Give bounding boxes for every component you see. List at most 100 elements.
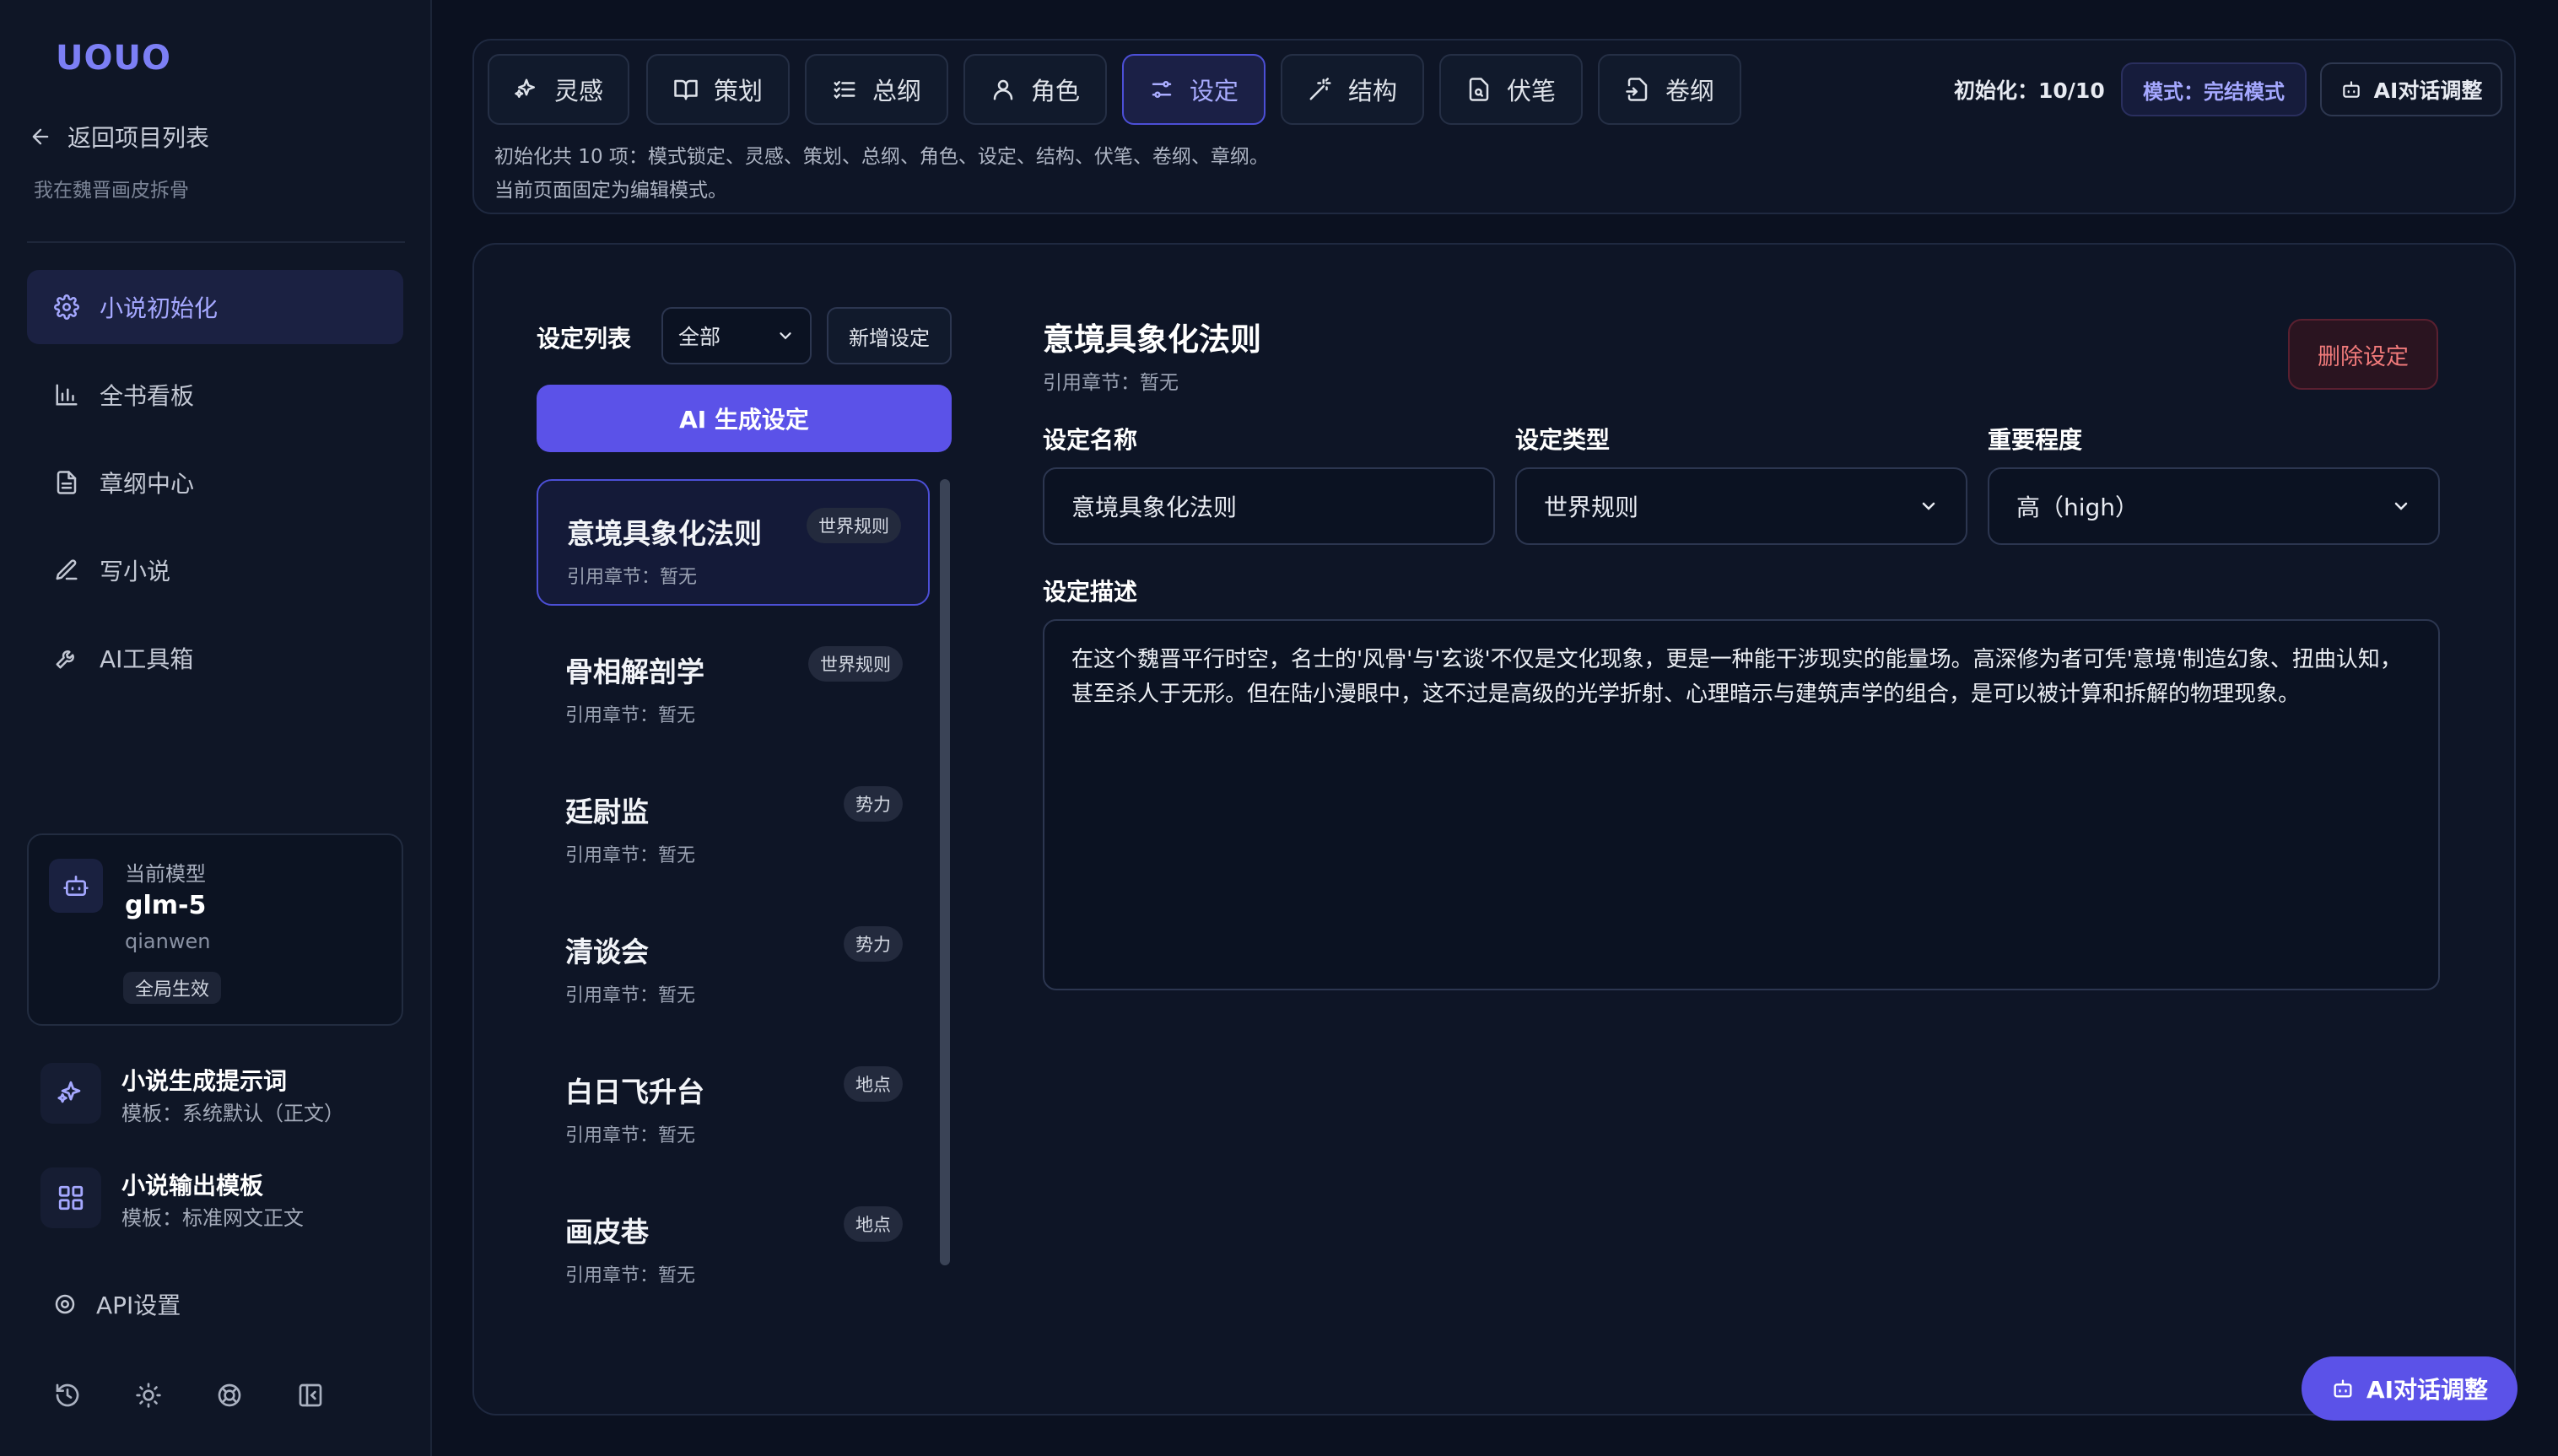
type-field-label: 设定类型: [1515, 426, 1611, 454]
tab-label: 总纲: [872, 77, 921, 105]
tab-label: 结构: [1347, 77, 1397, 105]
item-type-badge: 地点: [844, 1066, 903, 1102]
list-icon: [832, 77, 857, 102]
tab-master-outline[interactable]: 总纲: [805, 54, 948, 125]
item-type-badge: 世界规则: [807, 508, 901, 543]
tab-inspiration[interactable]: 灵感: [488, 54, 629, 125]
document-icon: [52, 468, 81, 497]
output-template-sub: 模板：标准网文正文: [121, 1206, 304, 1230]
description-textarea[interactable]: 在这个魏晋平行时空，名士的'风骨'与'玄谈'不仅是文化现象，更是一种能干涉现实的…: [1043, 619, 2440, 990]
model-provider: qianwen: [125, 930, 211, 953]
api-label: API设置: [96, 1292, 181, 1319]
nav-label: 写小说: [100, 558, 171, 585]
grid-icon: [40, 1167, 101, 1228]
chevron-down-icon: [2391, 496, 2411, 516]
output-template-item[interactable]: 小说输出模板 模板：标准网文正文: [40, 1159, 412, 1230]
name-value: 意境具象化法则: [1071, 493, 1238, 521]
item-ref: 引用章节：暂无: [567, 567, 698, 588]
list-scrollbar[interactable]: [940, 479, 950, 1265]
item-ref: 引用章节：暂无: [565, 845, 696, 866]
init-info-text: 初始化共 10 项：模式锁定、灵感、策划、总纲、角色、设定、结构、伏笔、卷纲、章…: [494, 146, 1269, 168]
setting-type-select[interactable]: 世界规则: [1515, 467, 1967, 545]
wrench-icon: [52, 644, 81, 672]
nav-label: 章纲中心: [100, 470, 195, 498]
fab-label: AI对话调整: [2366, 1376, 2489, 1404]
back-to-projects-link[interactable]: 返回项目列表: [29, 120, 209, 154]
tab-characters[interactable]: 角色: [963, 54, 1107, 125]
list-item[interactable]: 清谈会 势力 引用章节：暂无: [537, 899, 930, 1026]
tab-structure[interactable]: 结构: [1281, 54, 1424, 125]
gear-icon: [52, 293, 81, 321]
tab-settings[interactable]: 设定: [1122, 54, 1266, 125]
bar-chart-icon: [52, 380, 81, 409]
gear-icon: [52, 1292, 78, 1317]
book-icon: [673, 77, 699, 102]
sparkle-icon: [40, 1063, 101, 1124]
item-ref: 引用章节：暂无: [565, 705, 696, 726]
pen-icon: [52, 556, 81, 585]
setting-name-input[interactable]: 意境具象化法则: [1043, 467, 1495, 545]
nav-item-write[interactable]: 写小说: [27, 533, 403, 607]
tab-label: 角色: [1030, 77, 1080, 105]
prompt-template-title: 小说生成提示词: [121, 1067, 288, 1095]
item-type-badge: 势力: [844, 926, 903, 962]
list-item[interactable]: 意境具象化法则 世界规则 引用章节：暂无: [537, 479, 930, 606]
item-name: 廷尉监: [565, 795, 649, 828]
item-name: 骨相解剖学: [565, 655, 704, 688]
settings-list: 意境具象化法则 世界规则 引用章节：暂无 骨相解剖学 世界规则 引用章节：暂无 …: [537, 477, 930, 1350]
theme-sun-icon[interactable]: [132, 1378, 165, 1412]
setting-detail-title: 意境具象化法则: [1043, 321, 1261, 358]
api-settings-link[interactable]: API设置: [27, 1281, 181, 1328]
list-item[interactable]: 白日飞升台 地点 引用章节：暂无: [537, 1039, 930, 1166]
settings-filter-select[interactable]: 全部: [661, 307, 812, 364]
model-scope-badge: 全局生效: [123, 972, 222, 1004]
file-search-icon: [1466, 77, 1492, 102]
tab-label: 策划: [713, 77, 763, 105]
item-name: 意境具象化法则: [567, 517, 762, 550]
current-model-card[interactable]: 当前模型 glm-5 qianwen 全局生效: [27, 833, 403, 1026]
nav-item-dashboard[interactable]: 全书看板: [27, 358, 403, 432]
divider: [27, 241, 405, 243]
tab-planning[interactable]: 策划: [646, 54, 790, 125]
add-setting-button[interactable]: 新增设定: [827, 307, 952, 364]
importance-select[interactable]: 高（high）: [1988, 467, 2440, 545]
tab-label: 卷纲: [1665, 77, 1714, 105]
tab-foreshadowing[interactable]: 伏笔: [1439, 54, 1583, 125]
list-item[interactable]: 廷尉监 势力 引用章节：暂无: [537, 759, 930, 886]
item-ref: 引用章节：暂无: [565, 1125, 696, 1146]
nav-label: AI工具箱: [100, 645, 194, 673]
nav-item-ai-toolbox[interactable]: AI工具箱: [27, 621, 403, 695]
sidebar: UOUO 返回项目列表 我在魏晋画皮拆骨 小说初始化 全书看板 章纲中心 写小说…: [0, 0, 432, 1456]
settings-list-heading: 设定列表: [537, 325, 632, 353]
tab-label: 灵感: [553, 77, 603, 105]
item-type-badge: 势力: [844, 786, 903, 822]
type-value: 世界规则: [1544, 493, 1639, 521]
item-name: 画皮巷: [565, 1216, 649, 1248]
help-lifebuoy-icon[interactable]: [213, 1378, 246, 1412]
tab-volume-outline[interactable]: 卷纲: [1598, 54, 1741, 125]
nav-label: 全书看板: [100, 382, 195, 410]
list-item[interactable]: 画皮巷 地点 引用章节：暂无: [537, 1179, 930, 1306]
back-label: 返回项目列表: [67, 124, 210, 152]
history-icon[interactable]: [51, 1378, 84, 1412]
collapse-sidebar-icon[interactable]: [294, 1378, 327, 1412]
delete-setting-button[interactable]: 删除设定: [2288, 319, 2438, 390]
item-type-badge: 世界规则: [808, 646, 903, 682]
prompt-template-item[interactable]: 小说生成提示词 模板：系统默认（正文）: [40, 1054, 412, 1125]
list-item[interactable]: 骨相解剖学 世界规则 引用章节：暂无: [537, 619, 930, 746]
mode-badge[interactable]: 模式：完结模式: [2121, 62, 2307, 116]
nav-item-novel-init[interactable]: 小说初始化: [27, 270, 403, 344]
description-label: 设定描述: [1043, 578, 1138, 606]
item-type-badge: 地点: [844, 1206, 903, 1242]
ai-adjust-label: AI对话调整: [2373, 78, 2483, 103]
bot-icon: [2331, 1377, 2355, 1400]
ai-chat-adjust-button[interactable]: AI对话调整: [2320, 62, 2502, 116]
tab-label: 设定: [1189, 77, 1239, 105]
name-field-label: 设定名称: [1043, 426, 1138, 454]
output-template-title: 小说输出模板: [121, 1172, 264, 1200]
ai-chat-adjust-fab[interactable]: AI对话调整: [2302, 1356, 2518, 1421]
ai-generate-settings-button[interactable]: AI 生成设定: [537, 385, 952, 452]
nav-item-outline-center[interactable]: 章纲中心: [27, 445, 403, 520]
file-import-icon: [1625, 77, 1650, 102]
bot-icon: [49, 859, 103, 913]
